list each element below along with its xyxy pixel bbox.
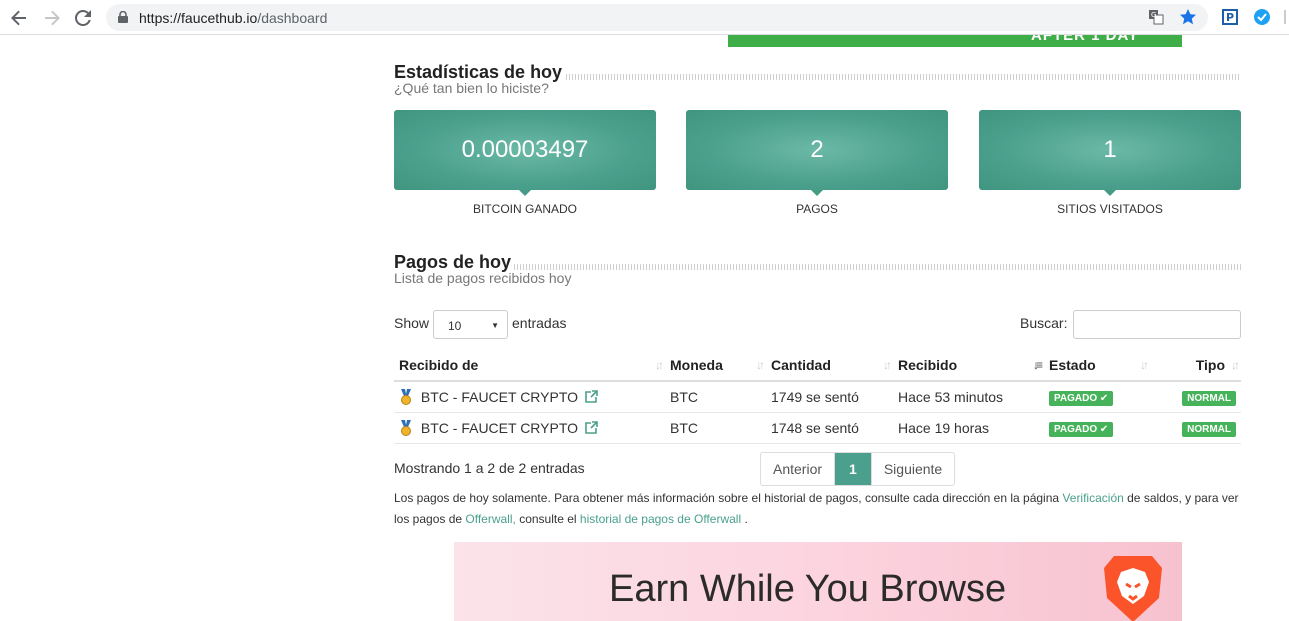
browser-toolbar: https://faucethub.io/dashboard G P <box>0 0 1289 35</box>
stat-label-payments: PAGOS <box>796 202 838 216</box>
col-cantidad[interactable]: Cantidad ↓↑ <box>766 349 893 382</box>
col-recibido[interactable]: Recibido ↓≡ <box>893 349 1044 382</box>
currency-cell: BTC <box>665 412 766 444</box>
top-ad-strip[interactable]: AFTER 1 DAY <box>728 35 1182 47</box>
url-text[interactable]: https://faucethub.io/dashboard <box>139 10 327 26</box>
page-1-button[interactable]: 1 <box>835 453 871 485</box>
prev-page-button[interactable]: Anterior <box>761 453 836 485</box>
faucet-name[interactable]: BTC - FAUCET CRYPTO <box>421 389 578 405</box>
stat-label-bitcoin: BITCOIN GANADO <box>472 202 577 216</box>
stat-label-sites: SITIOS VISITADOS <box>1057 202 1163 216</box>
back-icon[interactable] <box>7 6 31 30</box>
translate-icon[interactable]: G <box>1147 8 1165 26</box>
received-cell: Hace 19 horas <box>893 412 1044 444</box>
col-tipo[interactable]: Tipo ↓↑ <box>1150 349 1241 382</box>
ad-headline: Earn While You Browse <box>609 568 1007 610</box>
svg-text:G: G <box>1151 11 1156 19</box>
amount-cell: 1748 se sentó <box>766 412 893 444</box>
sort-icon[interactable]: ↓↑ <box>655 358 664 372</box>
forward-icon[interactable] <box>40 6 64 30</box>
external-link-icon[interactable] <box>585 389 598 403</box>
extension-check-icon[interactable] <box>1253 8 1271 26</box>
brave-ad-banner[interactable]: Earn While You Browse <box>454 542 1182 621</box>
status-badge: PAGADO ✔ <box>1049 421 1114 437</box>
show-label: Show <box>394 315 430 331</box>
type-badge: NORMAL <box>1182 421 1236 437</box>
search-label: Buscar: <box>1020 315 1068 331</box>
address-bar[interactable]: https://faucethub.io/dashboard G <box>106 4 1208 31</box>
reload-icon[interactable] <box>71 6 95 30</box>
col-recibido-de[interactable]: Recibido de ↓↑ <box>394 349 665 382</box>
type-badge: NORMAL <box>1182 390 1236 406</box>
external-link-icon[interactable] <box>585 420 598 434</box>
sort-icon[interactable]: ↓↑ <box>1231 358 1240 372</box>
stat-box-sites: 1 <box>979 110 1241 196</box>
sort-icon[interactable]: ↓↑ <box>883 358 892 372</box>
amount-cell: 1749 se sentó <box>766 381 893 413</box>
stat-box-bitcoin: 0.00003497 <box>394 110 656 196</box>
currency-cell: BTC <box>665 381 766 413</box>
title-divider <box>514 264 1241 270</box>
entries-label: entradas <box>512 315 567 331</box>
pagination: Anterior 1 Siguiente <box>760 452 956 486</box>
verification-link[interactable]: Verificación <box>1062 491 1123 505</box>
extension-p-icon[interactable]: P <box>1221 8 1239 26</box>
medal-icon <box>401 419 411 436</box>
next-page-button[interactable]: Siguiente <box>870 453 954 485</box>
showing-info: Mostrando 1 a 2 de 2 entradas <box>394 460 585 476</box>
payments-table: Recibido de ↓↑ Moneda ↓↑ Cantidad ↓↑ Recibi… <box>394 349 1241 444</box>
col-moneda[interactable]: Moneda ↓↑ <box>665 349 766 382</box>
entries-value: 10 <box>448 319 462 333</box>
svg-text:P: P <box>1226 11 1234 24</box>
brave-lion-logo-icon <box>1104 556 1162 621</box>
stats-subtitle: ¿Qué tan bien lo hiciste? <box>394 80 549 96</box>
entries-select[interactable]: 10 ▼ <box>433 310 508 339</box>
table-row: BTC - FAUCET CRYPTO BTC 1749 se sentó Ha… <box>394 381 1241 413</box>
stat-box-payments: 2 <box>686 110 948 196</box>
offerwall-link[interactable]: Offerwall, <box>465 512 515 526</box>
medal-icon <box>401 388 411 405</box>
lock-icon <box>118 11 128 23</box>
chevron-down-icon: ▼ <box>491 321 499 330</box>
table-header-row: Recibido de ↓↑ Moneda ↓↑ Cantidad ↓↑ Recibi… <box>394 349 1241 382</box>
sort-desc-icon[interactable]: ↓≡ <box>1033 358 1043 372</box>
offerwall-history-link[interactable]: historial de pagos de Offerwall <box>580 512 741 526</box>
history-note: Los pagos de hoy solamente. Para obtener… <box>394 491 1239 526</box>
title-divider <box>566 74 1241 80</box>
faucet-name[interactable]: BTC - FAUCET CRYPTO <box>421 420 578 436</box>
sort-icon[interactable]: ↓↑ <box>756 358 765 372</box>
payments-subtitle: Lista de pagos recibidos hoy <box>394 270 572 286</box>
sort-icon[interactable]: ↓↑ <box>1140 358 1149 372</box>
table-row: BTC - FAUCET CRYPTO BTC 1748 se sentó Ha… <box>394 412 1241 444</box>
search-input[interactable] <box>1073 310 1241 339</box>
menu-icon[interactable] <box>1284 10 1286 24</box>
col-estado[interactable]: Estado ↓↑ <box>1044 349 1150 382</box>
status-badge: PAGADO ✔ <box>1049 390 1114 406</box>
bookmark-star-icon[interactable] <box>1179 8 1197 26</box>
top-ad-text: AFTER 1 DAY <box>1031 35 1139 44</box>
received-cell: Hace 53 minutos <box>893 381 1044 413</box>
